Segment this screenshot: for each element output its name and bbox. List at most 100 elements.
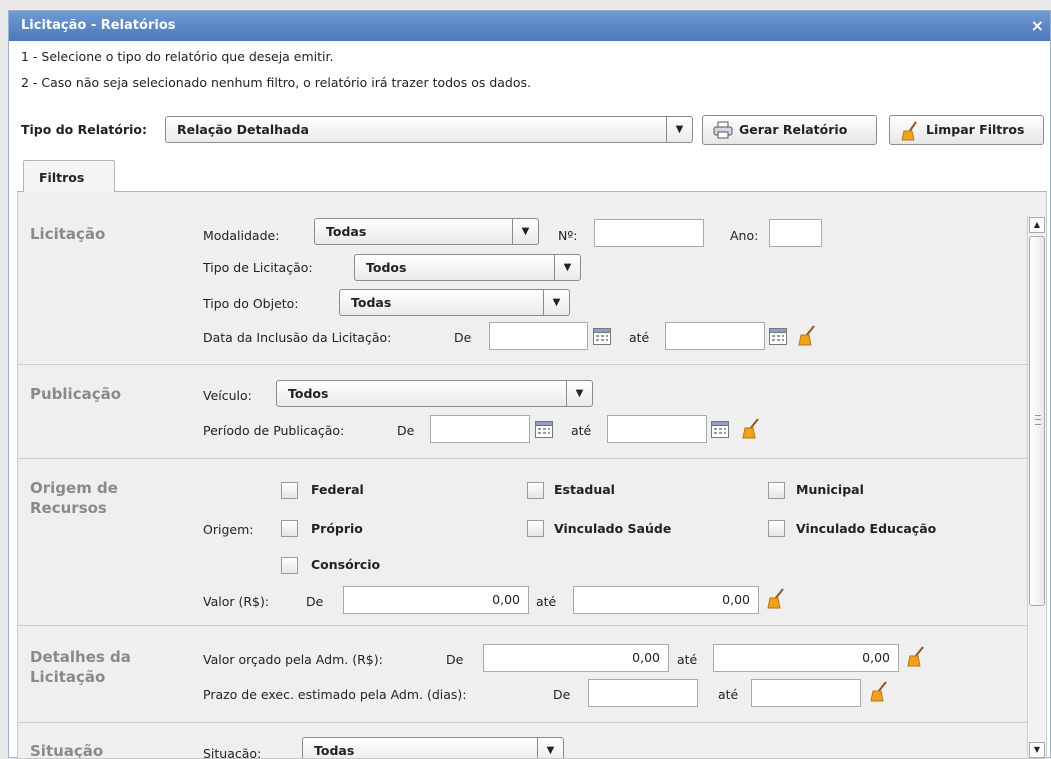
- report-type-label: Tipo do Relatório:: [21, 122, 148, 137]
- data-inclusao-de-label: De: [454, 330, 472, 345]
- prazo-label: Prazo de exec. estimado pela Adm. (dias)…: [203, 687, 467, 702]
- checkbox-proprio-label: Próprio: [311, 521, 363, 536]
- data-inclusao-label: Data da Inclusão da Licitação:: [203, 330, 392, 345]
- section-divider: [18, 364, 1028, 365]
- title-bar: Licitação - Relatórios ×: [9, 11, 1050, 41]
- prazo-ate-input[interactable]: [751, 679, 861, 707]
- chevron-down-icon: ▼: [543, 290, 569, 315]
- section-publicacao-title: Publicação: [30, 385, 122, 403]
- prazo-de-input[interactable]: [588, 679, 698, 707]
- broom-icon[interactable]: [741, 418, 761, 439]
- veiculo-value: Todos: [288, 386, 329, 401]
- periodo-de-label: De: [397, 423, 415, 438]
- situacao-select[interactable]: Todas ▼: [302, 737, 564, 758]
- generate-report-label: Gerar Relatório: [739, 122, 848, 137]
- broom-icon[interactable]: [869, 681, 889, 702]
- data-inclusao-de-input[interactable]: [489, 322, 588, 350]
- checkbox-federal-label: Federal: [311, 482, 364, 497]
- checkbox-proprio[interactable]: [281, 520, 298, 537]
- valor-label: Valor (R$):: [203, 594, 270, 609]
- section-detalhes-title: Detalhes da Licitação: [30, 647, 131, 687]
- tipo-objeto-select[interactable]: Todas ▼: [339, 289, 570, 316]
- veiculo-select[interactable]: Todos ▼: [276, 380, 593, 407]
- calendar-icon[interactable]: [593, 328, 611, 345]
- data-inclusao-ate-input[interactable]: [665, 322, 765, 350]
- section-detalhes-title-line2: Licitação: [30, 668, 106, 686]
- checkbox-vinculado-educacao-label: Vinculado Educação: [796, 521, 937, 536]
- instruction-line-2: 2 - Caso não seja selecionado nenhum fil…: [21, 75, 531, 90]
- chevron-down-icon: ▼: [512, 219, 538, 244]
- generate-report-button[interactable]: Gerar Relatório: [702, 115, 877, 145]
- clear-filters-button[interactable]: Limpar Filtros: [889, 115, 1044, 145]
- valor-ate-input[interactable]: 0,00: [573, 586, 759, 614]
- section-origem-title: Origem de Recursos: [30, 478, 118, 518]
- tipo-licitacao-select[interactable]: Todos ▼: [354, 254, 581, 281]
- prazo-ate-label: até: [718, 687, 739, 702]
- checkbox-federal[interactable]: [281, 482, 298, 499]
- situacao-value: Todas: [314, 743, 355, 758]
- section-detalhes-title-line1: Detalhes da: [30, 648, 131, 666]
- origem-label: Origem:: [203, 522, 254, 537]
- checkbox-municipal-label: Municipal: [796, 482, 864, 497]
- valor-orcado-ate-label: até: [677, 652, 698, 667]
- checkbox-vinculado-saude[interactable]: [527, 520, 544, 537]
- checkbox-estadual-label: Estadual: [554, 482, 615, 497]
- section-licitacao-title: Licitação: [30, 225, 106, 243]
- tipo-objeto-label: Tipo do Objeto:: [203, 296, 299, 311]
- window-title: Licitação - Relatórios: [21, 18, 176, 33]
- chevron-down-icon: ▼: [566, 381, 592, 406]
- periodo-de-input[interactable]: [430, 415, 530, 443]
- scrollbar-thumb[interactable]: [1029, 236, 1045, 606]
- ano-label: Ano:: [730, 228, 759, 243]
- section-origem-title-line1: Origem de: [30, 479, 118, 497]
- checkbox-vinculado-saude-label: Vinculado Saúde: [554, 521, 672, 536]
- numero-input[interactable]: [594, 219, 704, 247]
- calendar-icon[interactable]: [535, 421, 553, 438]
- broom-icon[interactable]: [766, 588, 786, 609]
- data-inclusao-ate-label: até: [629, 330, 650, 345]
- checkbox-estadual[interactable]: [527, 482, 544, 499]
- valor-de-input[interactable]: 0,00: [343, 586, 529, 614]
- section-situacao-title: Situação: [30, 742, 104, 759]
- checkbox-consorcio[interactable]: [281, 557, 298, 574]
- veiculo-label: Veículo:: [203, 388, 252, 403]
- instructions: 1 - Selecione o tipo do relatório que de…: [9, 41, 1050, 96]
- tipo-objeto-value: Todas: [351, 295, 392, 310]
- report-dialog: Licitação - Relatórios × 1 - Selecione o…: [8, 10, 1051, 759]
- valor-orcado-de-input[interactable]: 0,00: [483, 644, 669, 672]
- modalidade-select[interactable]: Todas ▼: [314, 218, 539, 245]
- checkbox-municipal[interactable]: [768, 482, 785, 499]
- valor-orcado-de-label: De: [446, 652, 464, 667]
- modalidade-label: Modalidade:: [203, 228, 280, 243]
- periodo-ate-input[interactable]: [607, 415, 707, 443]
- checkbox-consorcio-label: Consórcio: [311, 557, 381, 572]
- tipo-licitacao-label: Tipo de Licitação:: [203, 260, 313, 275]
- calendar-icon[interactable]: [711, 421, 729, 438]
- chevron-down-icon: ▼: [666, 117, 692, 142]
- valor-orcado-ate-input[interactable]: 0,00: [713, 644, 899, 672]
- vertical-scrollbar[interactable]: ▲ ▼: [1027, 216, 1046, 758]
- scroll-down-icon[interactable]: ▼: [1029, 742, 1045, 758]
- filters-panel: Licitação Modalidade: Todas ▼ Nº: Ano: T…: [17, 192, 1047, 759]
- tipo-licitacao-value: Todos: [366, 260, 407, 275]
- numero-label: Nº:: [558, 228, 578, 243]
- ano-input[interactable]: [769, 219, 822, 247]
- grip-icon: [1035, 415, 1041, 425]
- scroll-up-icon[interactable]: ▲: [1029, 217, 1045, 233]
- calendar-icon[interactable]: [769, 328, 787, 345]
- broom-icon[interactable]: [797, 325, 817, 346]
- checkbox-vinculado-educacao[interactable]: [768, 520, 785, 537]
- clear-filters-label: Limpar Filtros: [926, 122, 1025, 137]
- chevron-down-icon: ▼: [537, 738, 563, 758]
- instruction-line-1: 1 - Selecione o tipo do relatório que de…: [21, 49, 334, 64]
- tab-filtros[interactable]: Filtros: [23, 160, 115, 193]
- report-type-value: Relação Detalhada: [177, 122, 309, 137]
- valor-ate-label: até: [536, 594, 557, 609]
- broom-icon[interactable]: [906, 646, 926, 667]
- valor-orcado-label: Valor orçado pela Adm. (R$):: [203, 652, 383, 667]
- close-icon[interactable]: ×: [1031, 11, 1044, 41]
- section-divider: [18, 722, 1028, 723]
- section-divider: [18, 458, 1028, 459]
- report-type-select[interactable]: Relação Detalhada ▼: [165, 116, 693, 143]
- chevron-down-icon: ▼: [554, 255, 580, 280]
